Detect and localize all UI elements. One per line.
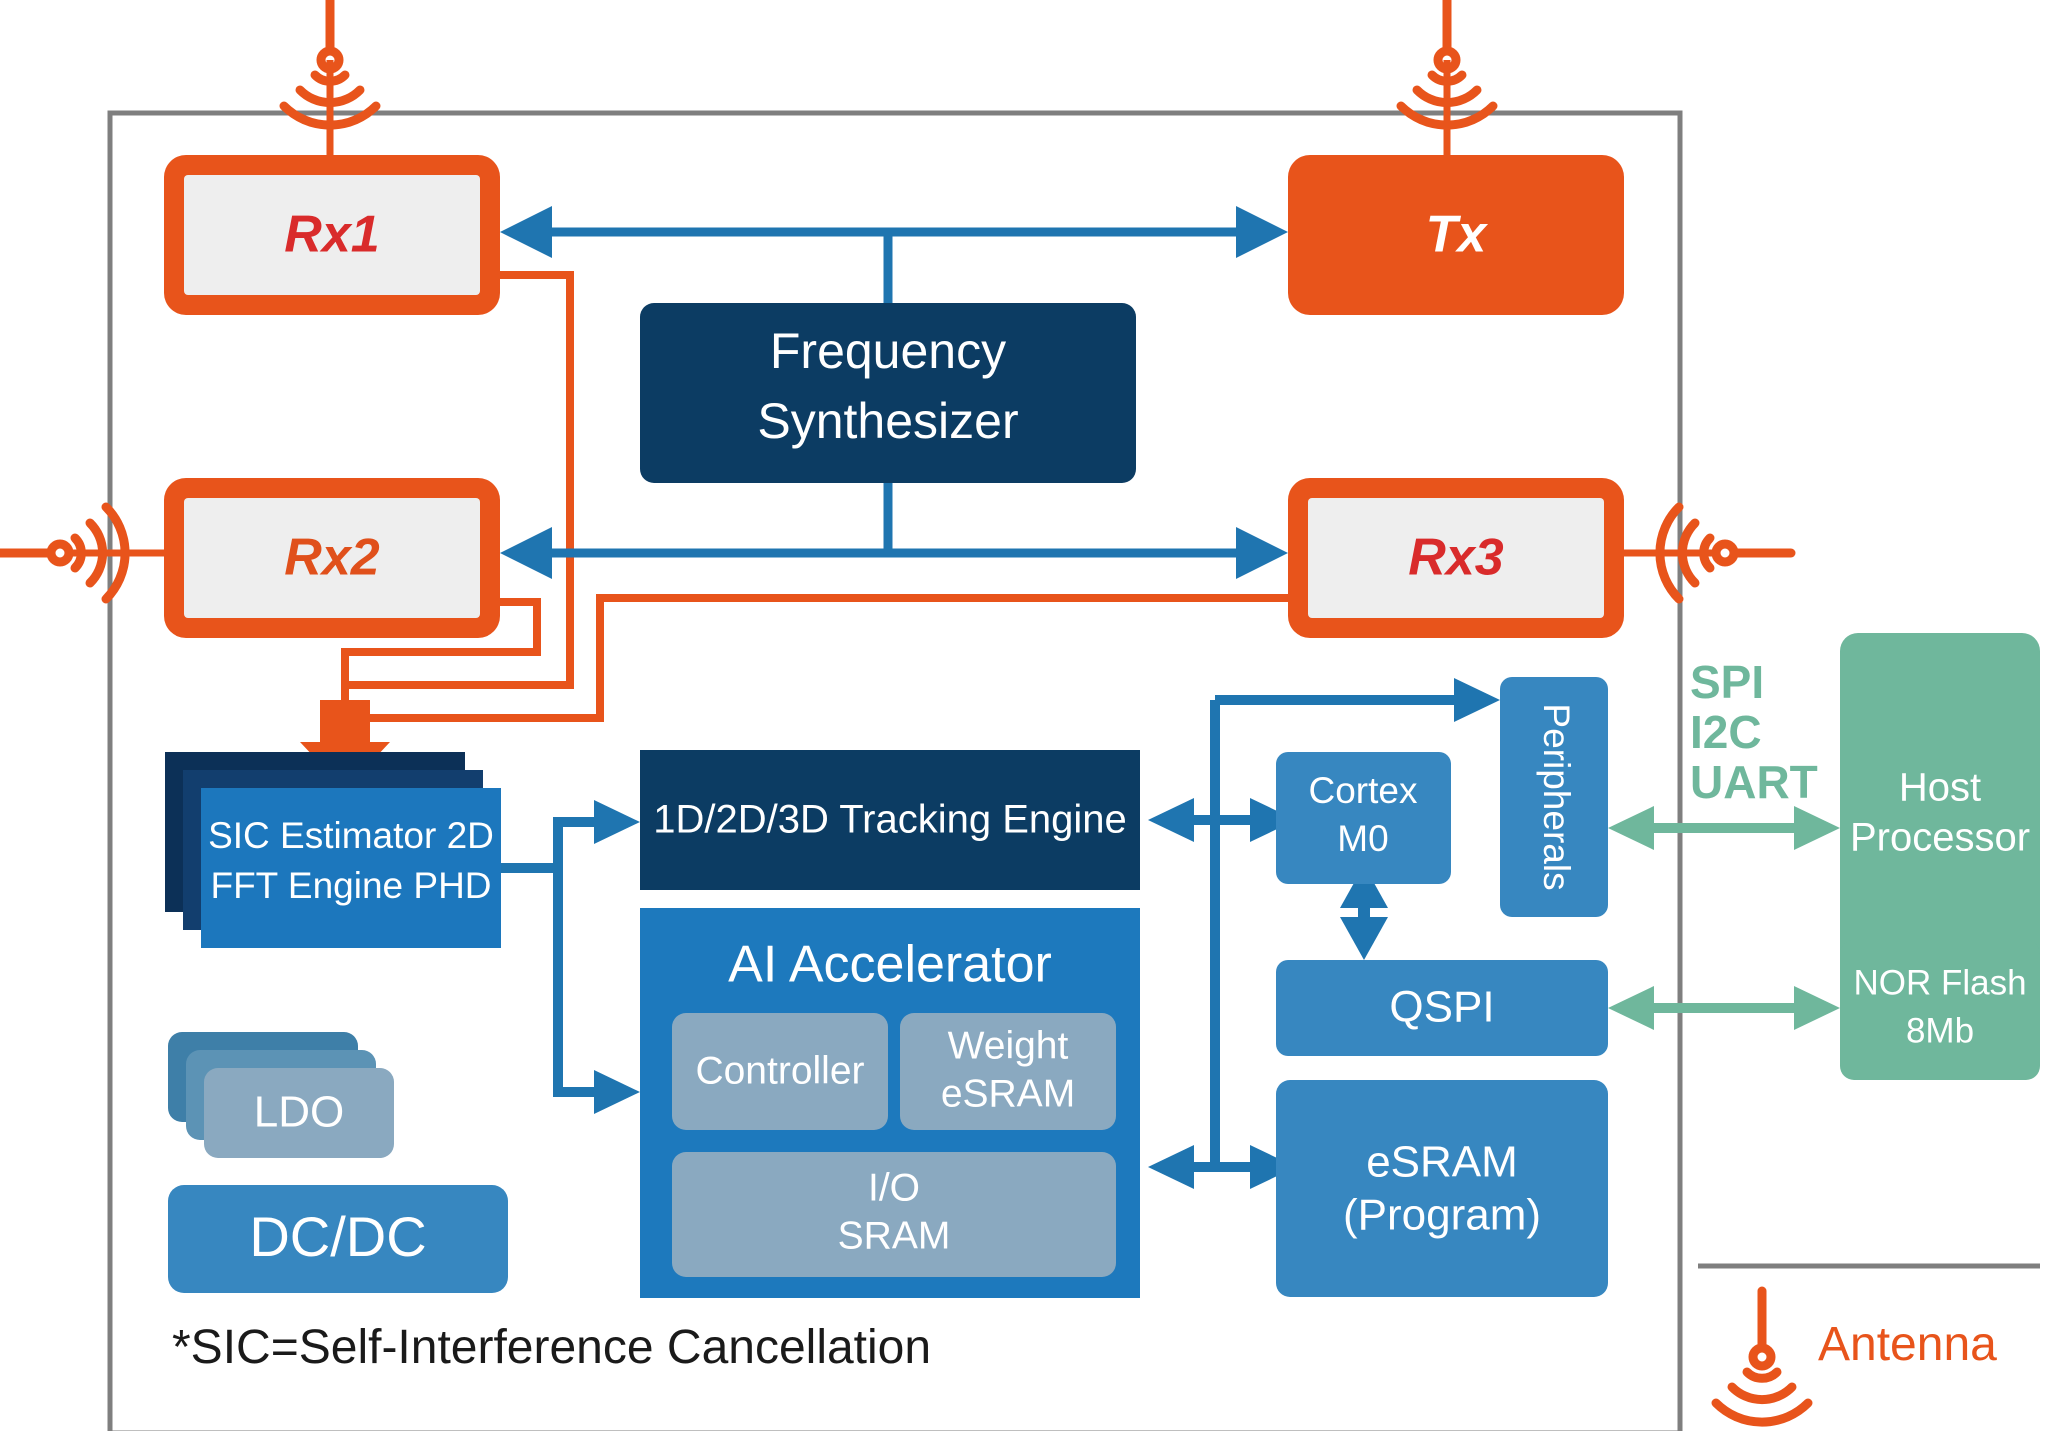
cortex-line2: M0 <box>1337 818 1388 859</box>
ai-esram-arrow-left <box>1148 1145 1194 1189</box>
nor-flash-line2: 8Mb <box>1906 1011 1974 1050</box>
block-esram-program[interactable]: eSRAM (Program) <box>1276 1080 1608 1297</box>
sic-line1: SIC Estimator 2D <box>208 815 494 856</box>
qspi-label: QSPI <box>1389 983 1494 1032</box>
interface-label: SPI I2C UART <box>1690 656 1818 808</box>
peripherals-label: Peripherals <box>1536 703 1577 890</box>
freq-synth-line2: Synthesizer <box>757 393 1018 449</box>
weight-esram-line2: eSRAM <box>941 1072 1075 1115</box>
diagram-canvas: Rx1 Tx Rx2 Rx3 Frequency Synthesizer SIC… <box>0 0 2048 1431</box>
io-sram-line1: I/O <box>868 1166 920 1209</box>
block-rx3[interactable]: Rx3 <box>1288 478 1624 638</box>
interface-uart: UART <box>1690 756 1818 808</box>
block-tx[interactable]: Tx <box>1288 155 1624 315</box>
block-weight-esram[interactable]: Weight eSRAM <box>900 1013 1116 1130</box>
dcdc-label: DC/DC <box>249 1205 426 1268</box>
footnote: *SIC=Self-Interference Cancellation <box>172 1321 931 1374</box>
sic-to-engines-fork <box>500 817 605 1097</box>
block-rx1[interactable]: Rx1 <box>164 155 500 315</box>
interface-spi: SPI <box>1690 656 1764 708</box>
tracking-link-arrow-left <box>1148 798 1194 842</box>
freq-synth-line1: Frequency <box>770 323 1006 379</box>
ai-accelerator-title: AI Accelerator <box>728 936 1052 994</box>
tracking-engine-label: 1D/2D/3D Tracking Engine <box>653 798 1127 842</box>
block-cortex-m0[interactable]: Cortex M0 <box>1276 752 1451 884</box>
antenna-legend-icon <box>1716 1291 1808 1422</box>
qspi-flash-arrow-right <box>1794 986 1840 1030</box>
block-dcdc[interactable]: DC/DC <box>168 1185 508 1293</box>
sic-to-tracking-arrow <box>594 800 640 844</box>
block-nor-flash[interactable]: NOR Flash 8Mb <box>1840 940 2040 1080</box>
esram-line2: (Program) <box>1343 1191 1541 1240</box>
peripherals-host-arrow-left <box>1608 806 1654 850</box>
fs-top-arrow-left <box>500 206 552 258</box>
fs-mid-arrow-left <box>500 527 552 579</box>
block-controller[interactable]: Controller <box>672 1013 888 1130</box>
block-frequency-synthesizer[interactable]: Frequency Synthesizer <box>640 303 1136 483</box>
block-io-sram[interactable]: I/O SRAM <box>672 1152 1116 1277</box>
fs-mid-arrow-right <box>1236 527 1288 579</box>
host-line2: Processor <box>1850 816 2030 860</box>
weight-esram-line1: Weight <box>948 1024 1069 1067</box>
nor-flash-line1: NOR Flash <box>1853 963 2026 1002</box>
block-tx-label: Tx <box>1426 206 1489 264</box>
block-rx3-label: Rx3 <box>1408 529 1503 587</box>
io-sram-line2: SRAM <box>838 1214 951 1257</box>
cortex-qspi-arrow-down <box>1340 917 1388 960</box>
sic-line2: FFT Engine PHD <box>210 865 491 906</box>
block-rx1-label: Rx1 <box>284 206 379 264</box>
block-tracking-engine[interactable]: 1D/2D/3D Tracking Engine <box>640 750 1140 890</box>
cortex-line1: Cortex <box>1309 770 1418 811</box>
interface-i2c: I2C <box>1690 706 1762 758</box>
sic-to-ai-arrow <box>594 1070 640 1114</box>
bus-to-peripherals-arrow <box>1454 678 1500 722</box>
esram-line1: eSRAM <box>1366 1138 1518 1187</box>
fs-top-arrow-right <box>1236 206 1288 258</box>
host-line1: Host <box>1899 766 1981 810</box>
block-rx2-label: Rx2 <box>284 529 379 587</box>
block-qspi[interactable]: QSPI <box>1276 960 1608 1056</box>
legend-antenna-label: Antenna <box>1818 1318 1997 1371</box>
block-rx2[interactable]: Rx2 <box>164 478 500 638</box>
block-peripherals[interactable]: Peripherals <box>1500 677 1608 917</box>
qspi-flash-arrow-left <box>1608 986 1654 1030</box>
block-ai-accelerator[interactable]: AI Accelerator Controller Weight eSRAM I… <box>640 908 1140 1298</box>
peripherals-host-arrow-right <box>1794 806 1840 850</box>
ldo-label: LDO <box>254 1088 344 1137</box>
block-ldo[interactable]: LDO <box>168 1032 394 1158</box>
block-sic-estimator[interactable]: SIC Estimator 2D FFT Engine PHD <box>165 752 501 948</box>
controller-label: Controller <box>695 1049 864 1092</box>
